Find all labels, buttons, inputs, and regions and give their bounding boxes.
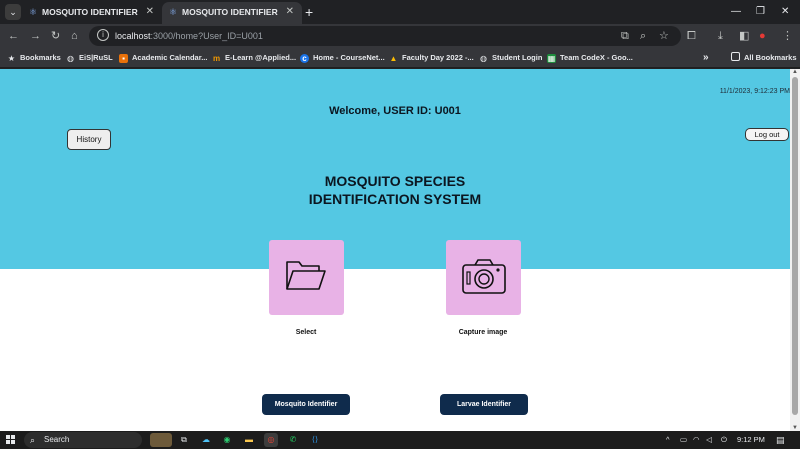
page-title-line-2: IDENTIFICATION SYSTEM [308,191,482,207]
larvae-identifier-button[interactable]: Larvae Identifier [440,394,528,415]
page-title-line-1: MOSQUITO SPECIES [324,173,466,189]
vscode-icon[interactable]: ⟨⟩ [308,433,322,447]
taskbar-search-label: Search [44,435,70,444]
history-button[interactable]: History [67,129,111,150]
zoom-icon[interactable]: ⌕ [640,28,646,44]
globe-icon: ◍ [480,54,487,63]
bookmark-bookmarks[interactable]: ★ Bookmarks [7,48,61,68]
volume-icon[interactable]: ◁ [706,431,712,449]
reload-icon[interactable]: ↻ [51,28,60,44]
capture-tile[interactable] [446,240,521,315]
tab-close-icon[interactable]: ✕ [286,2,294,22]
welcome-message: Welcome, USER ID: U001 [329,105,461,117]
bookmark-star-icon[interactable]: ☆ [659,28,669,44]
scroll-up-icon[interactable]: ▲ [791,69,799,75]
more-bookmarks-button[interactable]: » [703,48,709,68]
mosquito-identifier-button[interactable]: Mosquito Identifier [262,394,350,415]
download-icon[interactable]: ⤓ [718,28,723,44]
side-panel-icon[interactable]: ◧ [739,28,749,44]
url-text[interactable]: localhost:3000/home?User_ID=U001 [115,26,263,46]
chrome-icon[interactable]: ◎ [264,433,278,447]
file-explorer-icon[interactable]: ▬ [242,433,256,447]
tab-title: MOSQUITO IDENTIFIER [182,7,278,17]
bookmark-eis-rusl[interactable]: ◍ EiS|RuSL [66,48,113,68]
install-app-icon[interactable]: ⧉ [621,28,629,44]
hero-banner: 11/1/2023, 9:12:23 PM Welcome, USER ID: … [0,69,790,269]
select-tile[interactable] [269,240,344,315]
folder-icon [286,261,326,290]
whatsapp-icon[interactable]: ✆ [286,433,300,447]
power-icon[interactable]: ⏻ [721,431,727,449]
bookmark-student-login[interactable]: ◍ Student Login [479,48,542,68]
capture-image-label: Capture image [458,329,508,336]
camera-icon [462,259,506,294]
folder-icon [731,52,740,61]
minimize-icon[interactable]: — [731,2,741,22]
edge-icon[interactable]: ◉ [220,433,234,447]
wifi-icon[interactable]: ◠ [693,431,700,449]
page-scrollbar[interactable]: ▲ ▼ [790,69,800,431]
logout-button[interactable]: Log out [745,128,789,141]
tab-title: MOSQUITO IDENTIFIER [42,7,138,17]
windows-taskbar: ⌕ Search ⧉ ☁ ◉ ▬ ◎ ✆ ⟨⟩ ^ ▭ ◠ ◁ ⏻ 9:12 P… [0,431,800,449]
react-favicon-icon: ⚛ [169,7,178,17]
window-close-icon[interactable]: ✕ [781,2,789,22]
scrollbar-thumb[interactable] [792,77,798,415]
search-highlight-image[interactable] [150,433,172,447]
task-view-icon[interactable]: ⧉ [177,433,191,447]
bookmark-coursenet[interactable]: c Home - CourseNet... [300,48,385,68]
home-icon[interactable]: ⌂ [71,28,78,44]
restore-icon[interactable]: ❐ [756,2,765,22]
react-favicon-icon: ⚛ [29,7,38,17]
taskbar-search[interactable]: ⌕ Search [24,432,142,448]
all-bookmarks-button[interactable]: All Bookmarks [731,48,797,68]
bookmarks-bar: ★ Bookmarks ◍ EiS|RuSL ▪ Academic Calendar.… [0,48,800,68]
extensions-icon[interactable]: ⧠ [687,28,696,44]
bookmark-faculty-day[interactable]: ▲ Faculty Day 2022 -... [389,48,474,68]
calendar-icon: ▪ [119,54,128,63]
forward-icon[interactable]: → [30,28,41,44]
tab-close-icon[interactable]: ✕ [146,2,154,22]
page-viewport: 11/1/2023, 9:12:23 PM Welcome, USER ID: … [0,69,790,431]
tab-search-icon[interactable]: ⌄ [5,4,21,20]
bookmark-team-codex[interactable]: ▦ Team CodeX - Goo... [547,48,633,68]
notification-icon[interactable]: ▤ [776,431,785,449]
star-icon: ★ [7,54,16,63]
drive-icon: ▲ [389,54,398,63]
bookmark-e-learn[interactable]: m E-Learn @Applied... [212,48,296,68]
tab-mosquito-identifier-2[interactable]: ⚛ MOSQUITO IDENTIFIER ✕ [162,2,302,24]
coursenet-icon: c [300,54,309,63]
sheets-icon: ▦ [547,54,556,63]
new-tab-button[interactable]: + [305,2,313,22]
select-label: Select [295,329,317,336]
menu-kebab-icon[interactable]: ⋮ [782,28,793,44]
tab-mosquito-identifier-1[interactable]: ⚛ MOSQUITO IDENTIFIER ✕ [22,2,162,24]
timestamp: 11/1/2023, 9:12:23 PM [719,88,790,95]
taskbar-clock[interactable]: 9:12 PM [737,431,765,449]
bookmark-academic-calendar[interactable]: ▪ Academic Calendar... [119,48,207,68]
tray-chevron-icon[interactable]: ^ [666,431,670,449]
search-icon: ⌕ [30,435,36,445]
battery-icon[interactable]: ▭ [680,431,687,449]
tab-strip: ⌄ ⚛ MOSQUITO IDENTIFIER ✕ ⚛ MOSQUITO IDE… [0,0,800,24]
windows-start-icon[interactable] [6,435,16,445]
widgets-icon[interactable]: ☁ [199,433,213,447]
profile-avatar[interactable]: ● [759,28,766,44]
address-bar[interactable]: i localhost:3000/home?User_ID=U001 ⧉ ⌕ ☆ [89,26,681,46]
browser-toolbar: ← → ↻ ⌂ i localhost:3000/home?User_ID=U0… [0,24,800,48]
site-info-icon[interactable]: i [97,29,109,41]
moodle-icon: m [212,54,221,63]
globe-icon: ◍ [67,54,74,63]
page-title: MOSQUITO SPECIES IDENTIFICATION SYSTEM [0,172,790,208]
back-icon[interactable]: ← [8,28,19,44]
